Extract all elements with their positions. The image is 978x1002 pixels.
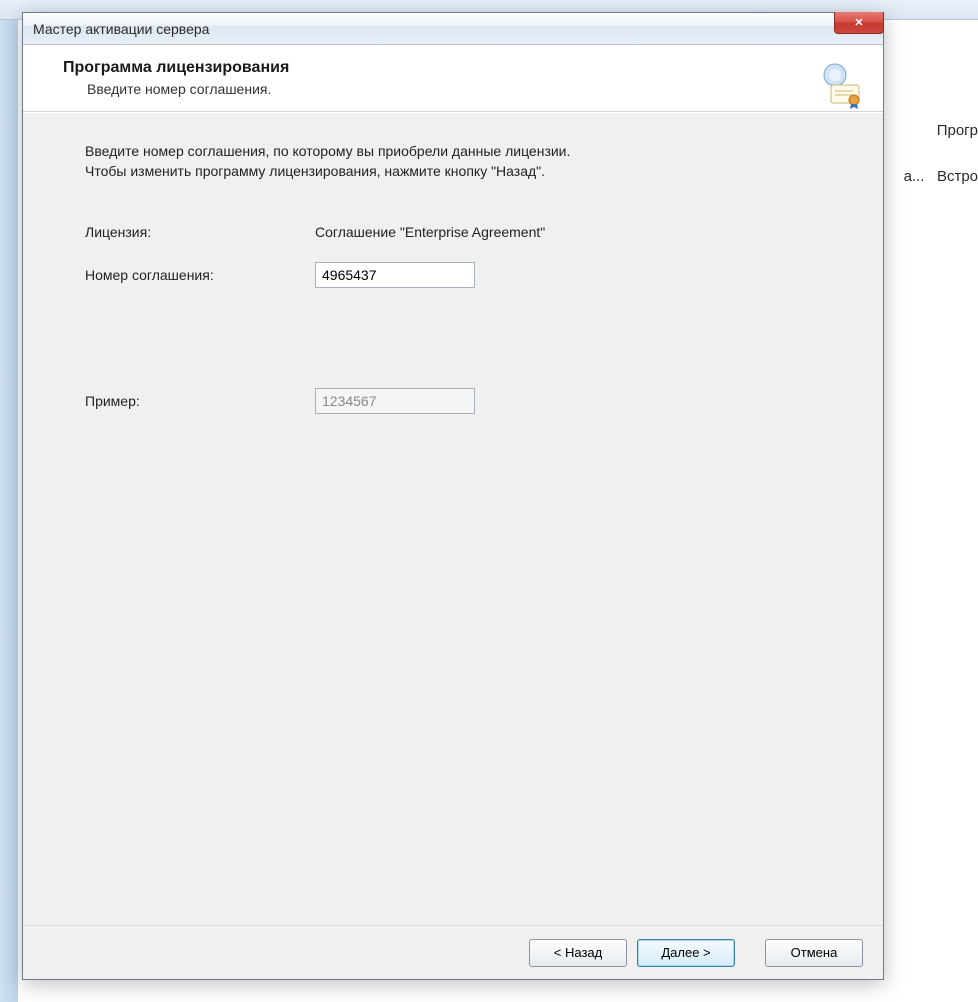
example-label: Пример: — [85, 393, 315, 409]
license-label: Лицензия: — [85, 224, 315, 240]
license-value: Соглашение "Enterprise Agreement" — [315, 224, 545, 240]
background-column-header: Прогр — [937, 122, 978, 139]
wizard-header-title: Программа лицензирования — [63, 59, 865, 77]
close-button[interactable] — [834, 12, 884, 34]
row-license: Лицензия: Соглашение "Enterprise Agreeme… — [85, 224, 843, 240]
next-button[interactable]: Далее > — [637, 939, 735, 967]
wizard-dialog: Мастер активации сервера Программа лицен… — [22, 12, 884, 980]
agreement-number-label: Номер соглашения: — [85, 267, 315, 283]
row-agreement-number: Номер соглашения: — [85, 262, 843, 288]
row-example: Пример: — [85, 388, 843, 414]
agreement-number-input[interactable] — [315, 262, 475, 288]
cancel-button[interactable]: Отмена — [765, 939, 863, 967]
wizard-header: Программа лицензирования Введите номер с… — [23, 45, 883, 112]
wizard-body: Введите номер соглашения, по которому вы… — [23, 112, 883, 925]
example-input — [315, 388, 475, 414]
certificate-icon — [817, 61, 865, 109]
back-button[interactable]: < Назад — [529, 939, 627, 967]
background-sidebar — [0, 20, 18, 1002]
wizard-footer: < Назад Далее > Отмена — [23, 925, 883, 979]
form-area: Лицензия: Соглашение "Enterprise Agreeme… — [85, 224, 843, 414]
background-row-text: а... Встро — [904, 168, 978, 185]
dialog-title: Мастер активации сервера — [33, 21, 209, 37]
instruction-text: Введите номер соглашения, по которому вы… — [85, 141, 843, 182]
wizard-header-subtitle: Введите номер соглашения. — [87, 81, 865, 97]
dialog-titlebar[interactable]: Мастер активации сервера — [23, 13, 883, 45]
